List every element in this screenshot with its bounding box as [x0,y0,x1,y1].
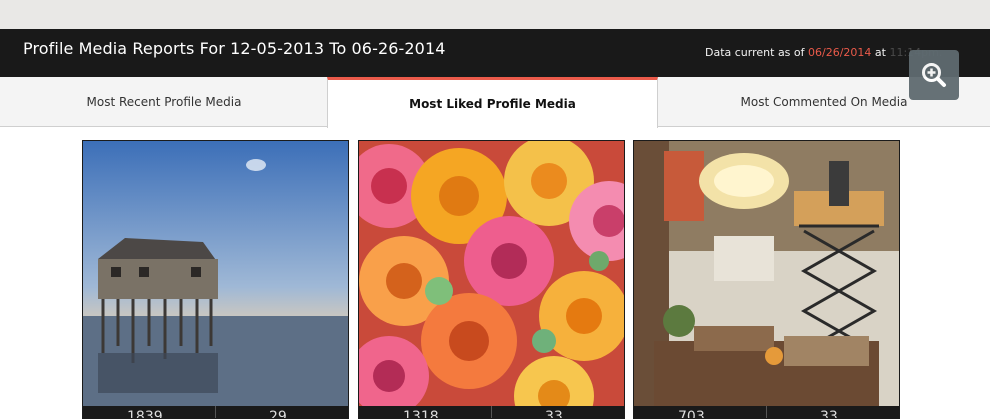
data-current-suffix: at [871,46,890,59]
media-stats: 703 33 [634,406,899,419]
zoom-button[interactable] [909,50,959,100]
media-stats: 1839 29 [83,406,348,419]
media-stats: 1318 33 [359,406,624,419]
likes-count: 1318 [403,409,439,419]
comments-count: 33 [545,409,563,419]
data-current-note: Data current as of 06/26/2014 at 11:14pm… [705,46,942,59]
tab-most-liked[interactable]: Most Liked Profile Media [327,77,658,128]
comments-count: 33 [820,409,838,419]
top-strip [0,0,990,29]
likes-count: 703 [678,409,705,419]
tab-most-recent[interactable]: Most Recent Profile Media [0,77,328,127]
media-card[interactable]: 1839 29 [82,140,349,419]
page-title: Profile Media Reports For 12-05-2013 To … [23,39,446,58]
stats-divider [215,406,216,418]
data-current-date: 06/26/2014 [808,46,872,59]
media-thumbnail-stilt-house [83,141,348,406]
media-card[interactable]: 703 33 [633,140,900,419]
media-thumbnail-flowers [359,141,624,406]
report-header: Profile Media Reports For 12-05-2013 To … [0,29,990,77]
stats-divider [491,406,492,418]
report-tabs: Most Recent Profile Media Most Liked Pro… [0,77,990,128]
media-thumbnail-loft-interior [634,141,899,406]
data-current-prefix: Data current as of [705,46,809,59]
zoom-in-icon [922,63,946,87]
stats-divider [766,406,767,418]
media-card[interactable]: 1318 33 [358,140,625,419]
comments-count: 29 [269,409,287,419]
likes-count: 1839 [127,409,163,419]
